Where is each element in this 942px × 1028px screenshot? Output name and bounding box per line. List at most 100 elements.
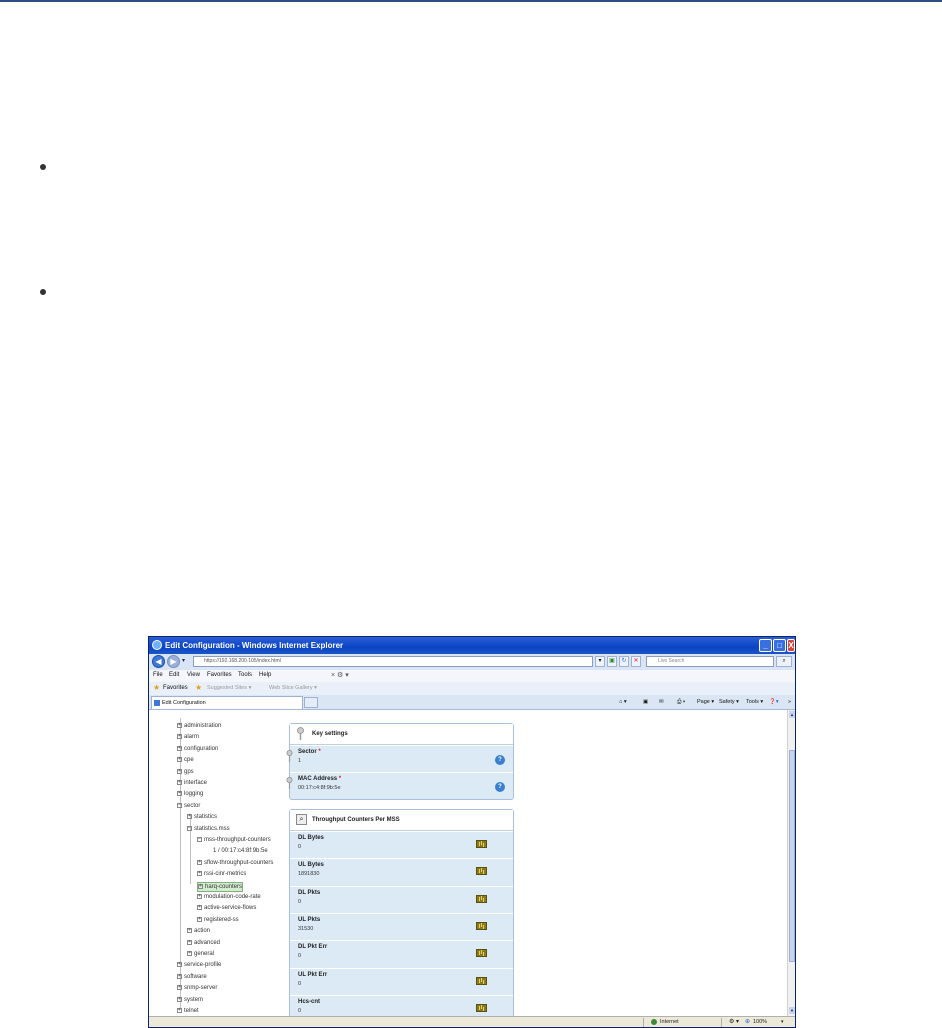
search-input[interactable]: Live Search bbox=[646, 656, 774, 667]
expand-icon[interactable]: + bbox=[187, 939, 192, 945]
tree-item[interactable]: + gps bbox=[177, 768, 194, 776]
home-icon[interactable]: ⌂ ▾ bbox=[619, 699, 627, 705]
menu-favorites[interactable]: Favorites bbox=[207, 672, 232, 678]
zoom-dropdown-icon[interactable]: ▾ bbox=[781, 1019, 784, 1025]
feeds-icon[interactable]: ▣ bbox=[643, 699, 648, 705]
tab-edit-configuration[interactable]: Edit Configuration bbox=[151, 696, 303, 709]
collapse-icon[interactable]: − bbox=[177, 802, 182, 808]
tree-item[interactable]: − mss-throughput-counters bbox=[197, 836, 271, 844]
web-slice-gallery-link[interactable]: Web Slice Gallery ▾ bbox=[269, 685, 317, 691]
help-icon[interactable]: ? bbox=[495, 755, 505, 765]
vertical-scrollbar[interactable]: ▲ ▼ bbox=[787, 710, 795, 1016]
expand-icon[interactable]: + bbox=[198, 883, 203, 889]
chevron-down-icon[interactable]: ▾ bbox=[595, 656, 605, 667]
tree-item[interactable]: + telnet bbox=[177, 1007, 199, 1015]
suggested-sites-link[interactable]: Suggested Sites ▾ bbox=[207, 685, 251, 691]
minimize-button[interactable]: _ bbox=[759, 639, 772, 652]
maximize-button[interactable]: □ bbox=[773, 639, 786, 652]
menu-tools[interactable]: Tools bbox=[238, 672, 252, 678]
tree-item[interactable]: + action bbox=[187, 927, 210, 935]
tree-item[interactable]: + software bbox=[177, 973, 207, 981]
menu-edit[interactable]: Edit bbox=[169, 672, 179, 678]
scroll-up-icon[interactable]: ▲ bbox=[789, 711, 795, 718]
page-menu[interactable]: Page ▾ bbox=[697, 699, 714, 705]
tree-item[interactable]: + rssi-cinr-metrics bbox=[197, 870, 246, 878]
tree-item[interactable]: + service-profile bbox=[177, 961, 221, 969]
tools-menu[interactable]: Tools ▾ bbox=[746, 699, 763, 705]
tree-item[interactable]: + alarm bbox=[177, 733, 199, 741]
refresh-icon[interactable]: ↻ bbox=[619, 656, 629, 667]
add-favorite-icon[interactable]: ★ bbox=[195, 683, 202, 692]
tree-item[interactable]: 1 / 00:17:c4:8f:9b:5e bbox=[207, 847, 268, 855]
expand-icon[interactable]: + bbox=[177, 973, 182, 979]
tree-item[interactable]: + logging bbox=[177, 790, 203, 798]
search-button[interactable]: ⌕ bbox=[776, 656, 792, 667]
collapse-icon[interactable]: − bbox=[187, 825, 192, 831]
zoom-icon[interactable]: ⊕ bbox=[745, 1018, 750, 1025]
menu-help[interactable]: Help bbox=[259, 672, 271, 678]
favorites-button[interactable]: Favorites bbox=[163, 685, 188, 691]
protected-mode-icon[interactable]: ⚙ ▾ bbox=[729, 1018, 739, 1025]
stop-icon[interactable]: ✕ bbox=[631, 656, 641, 667]
expand-icon[interactable]: + bbox=[187, 928, 192, 934]
overflow-chevron-icon[interactable]: » bbox=[788, 699, 791, 705]
tree-item[interactable]: + administration bbox=[177, 722, 221, 730]
tree-item[interactable]: + modulation-code-rate bbox=[197, 893, 261, 901]
lock-icon[interactable]: ▣ bbox=[607, 656, 617, 667]
tree-item[interactable]: + statistics bbox=[187, 813, 217, 821]
back-button[interactable]: ◀ bbox=[152, 655, 165, 668]
chart-icon[interactable] bbox=[476, 894, 487, 903]
mac-address-value[interactable]: 00:17:c4:8f:9b:5e bbox=[298, 785, 341, 791]
safety-menu[interactable]: Safety ▾ bbox=[719, 699, 739, 705]
expand-icon[interactable]: + bbox=[187, 950, 192, 956]
tree-item[interactable]: + cpe bbox=[177, 756, 194, 764]
expand-icon[interactable]: + bbox=[177, 985, 182, 991]
expand-icon[interactable]: + bbox=[177, 791, 182, 797]
expand-icon[interactable]: + bbox=[177, 745, 182, 751]
menu-view[interactable]: View bbox=[187, 672, 200, 678]
expand-icon[interactable]: + bbox=[187, 814, 192, 820]
tree-item[interactable]: + configuration bbox=[177, 745, 218, 753]
expand-icon[interactable]: + bbox=[177, 1007, 182, 1013]
expand-icon[interactable]: + bbox=[197, 859, 202, 865]
help-icon[interactable]: ❓▾ bbox=[769, 699, 779, 705]
chart-icon[interactable] bbox=[476, 976, 487, 985]
tree-item[interactable]: + interface bbox=[177, 779, 207, 787]
forward-button[interactable]: ▶ bbox=[167, 655, 180, 668]
url-field[interactable]: https://192.168.200.105/index.html bbox=[193, 656, 593, 667]
expand-icon[interactable]: + bbox=[177, 757, 182, 763]
expand-icon[interactable]: + bbox=[197, 893, 202, 899]
tree-item[interactable]: − sector bbox=[177, 802, 200, 810]
chart-icon[interactable] bbox=[476, 840, 487, 848]
expand-icon[interactable]: + bbox=[177, 962, 182, 968]
chart-icon[interactable] bbox=[476, 921, 487, 930]
history-dropdown-icon[interactable]: ▾ bbox=[182, 657, 185, 664]
chart-icon[interactable] bbox=[476, 949, 487, 958]
expand-icon[interactable]: + bbox=[197, 871, 202, 877]
chart-icon[interactable] bbox=[476, 1003, 487, 1012]
tree-item[interactable]: + system bbox=[177, 996, 203, 1004]
close-x-icon[interactable]: × ⚙ ▾ bbox=[331, 671, 349, 679]
tree-item[interactable]: + snmp-server bbox=[177, 984, 217, 992]
expand-icon[interactable]: + bbox=[177, 996, 182, 1002]
tree-item[interactable]: + advanced bbox=[187, 939, 220, 947]
tree-item[interactable]: + active-service-flows bbox=[197, 904, 256, 912]
tree-item[interactable]: + harq-counters bbox=[197, 881, 244, 892]
tree-item[interactable]: − statistics.mss bbox=[187, 825, 230, 833]
tree-item[interactable]: + registered-ss bbox=[197, 916, 239, 924]
print-icon[interactable]: ⎙ ▾ bbox=[677, 699, 685, 706]
close-button[interactable]: X bbox=[787, 639, 795, 652]
scroll-down-icon[interactable]: ▼ bbox=[789, 1007, 795, 1014]
tree-item[interactable]: + sflow-throughput-counters bbox=[197, 859, 273, 867]
new-tab-button[interactable] bbox=[304, 697, 318, 708]
help-icon[interactable]: ? bbox=[495, 782, 505, 792]
chart-icon[interactable] bbox=[476, 867, 487, 876]
expand-icon[interactable]: + bbox=[177, 734, 182, 740]
expand-icon[interactable]: + bbox=[177, 779, 182, 785]
scrollbar-thumb[interactable] bbox=[789, 750, 795, 962]
expand-icon[interactable]: + bbox=[197, 905, 202, 911]
zoom-level[interactable]: 100% bbox=[753, 1019, 767, 1025]
tree-item[interactable]: + general bbox=[187, 950, 214, 958]
sector-value[interactable]: 1 bbox=[298, 758, 301, 764]
expand-icon[interactable]: + bbox=[197, 916, 202, 922]
